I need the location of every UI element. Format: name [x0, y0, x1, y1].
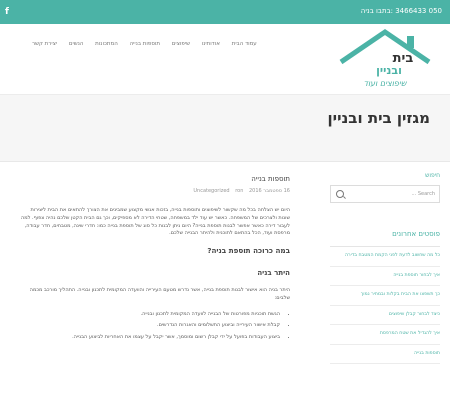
post-meta: 16 ספטמבר 2016 Uncategorized ron	[20, 188, 290, 194]
nav-item-additions[interactable]: תוספות בנייה	[130, 41, 160, 47]
post-bullet-list: הגשת תוכניות מפורטות של הבנייה לוועדה המ…	[20, 311, 290, 342]
recent-post-link[interactable]: איך לבחור תוספת בנייה	[330, 267, 440, 287]
nav-item-about[interactable]: אודותינו	[202, 41, 220, 47]
nav-item-women[interactable]: הנשים	[69, 41, 84, 47]
nav-item-home[interactable]: עמוד הבית	[232, 41, 257, 47]
recent-post-link[interactable]: איך להגדיל את שטח המרפסת	[330, 325, 440, 345]
logo-word-second: ובניין	[376, 64, 402, 77]
post-author[interactable]: ron	[235, 188, 243, 194]
post-category[interactable]: Uncategorized	[193, 188, 229, 194]
post-intro: היום יש הצלחה בכל מה שקשור לשיפוצים ותוס…	[20, 207, 290, 237]
nav-item-plans[interactable]: המתכונות	[95, 41, 118, 47]
list-item: הגשת תוכניות מפורטות של הבנייה לוועדה המ…	[20, 311, 280, 319]
search-placeholder: Search ...	[411, 191, 435, 197]
post-subheading: במה כרוכה תוספת בניה?	[207, 246, 290, 255]
post-paragraph: היתר בניה הוא אישור לבנות תוספת בנייה, א…	[29, 287, 290, 301]
post-subheading-permit: היתר בניה	[257, 269, 290, 277]
list-item: ביצוע העבודות בפועל על ידי קבלן רשום ומו…	[20, 334, 280, 342]
site-header: עמוד הבית אודותינו שיפוצים תוספות בנייה …	[0, 24, 450, 95]
facebook-icon[interactable]: f	[5, 7, 15, 17]
logo-tagline: שיפוצים ועוד	[364, 79, 408, 88]
main-navigation: עמוד הבית אודותינו שיפוצים תוספות בנייה …	[22, 41, 272, 47]
nav-item-contact[interactable]: יצירת קשר	[32, 41, 57, 47]
search-input[interactable]: Search ...	[330, 185, 440, 203]
list-item: קבלת אישור העירייה וביצוע התשלומים והאגר…	[20, 322, 280, 330]
recent-post-link[interactable]: תוספות בנייה	[330, 345, 440, 365]
page-title: מגזין בית ובניין	[327, 109, 430, 127]
recent-post-link[interactable]: כיצד לבחור קבלן שיפוצים	[330, 306, 440, 326]
sidebar: חיפוש Search ... פוסטים אחרונים כל מה שח…	[330, 172, 440, 365]
nav-item-renovations[interactable]: שיפוצים	[172, 41, 190, 47]
phone-contact[interactable]: 050 3466433 :בתבו בניה	[361, 7, 442, 15]
post-title[interactable]: תוספות בנייה	[20, 175, 290, 183]
recent-post-link[interactable]: כל מה שחשוב לדעת לפני הקמת המטבח בדירה	[330, 247, 440, 267]
site-logo[interactable]: בית ובניין שיפוצים ועוד	[337, 28, 432, 90]
post-date[interactable]: 16 ספטמבר 2016	[249, 188, 290, 194]
page-title-bar: מגזין בית ובניין	[0, 95, 450, 162]
post-content: תוספות בנייה 16 ספטמבר 2016 Uncategorize…	[20, 175, 290, 346]
search-widget-title: חיפוש	[425, 172, 440, 179]
search-icon[interactable]	[336, 190, 344, 198]
recent-post-link[interactable]: כך תשפצו את הבית בקלות ובמחיר נמוך	[330, 286, 440, 306]
recent-posts-title: פוסטים אחרונים	[392, 230, 440, 238]
recent-posts-list: כל מה שחשוב לדעת לפני הקמת המטבח בדירה א…	[330, 246, 440, 365]
top-bar: f 050 3466433 :בתבו בניה	[0, 0, 450, 24]
